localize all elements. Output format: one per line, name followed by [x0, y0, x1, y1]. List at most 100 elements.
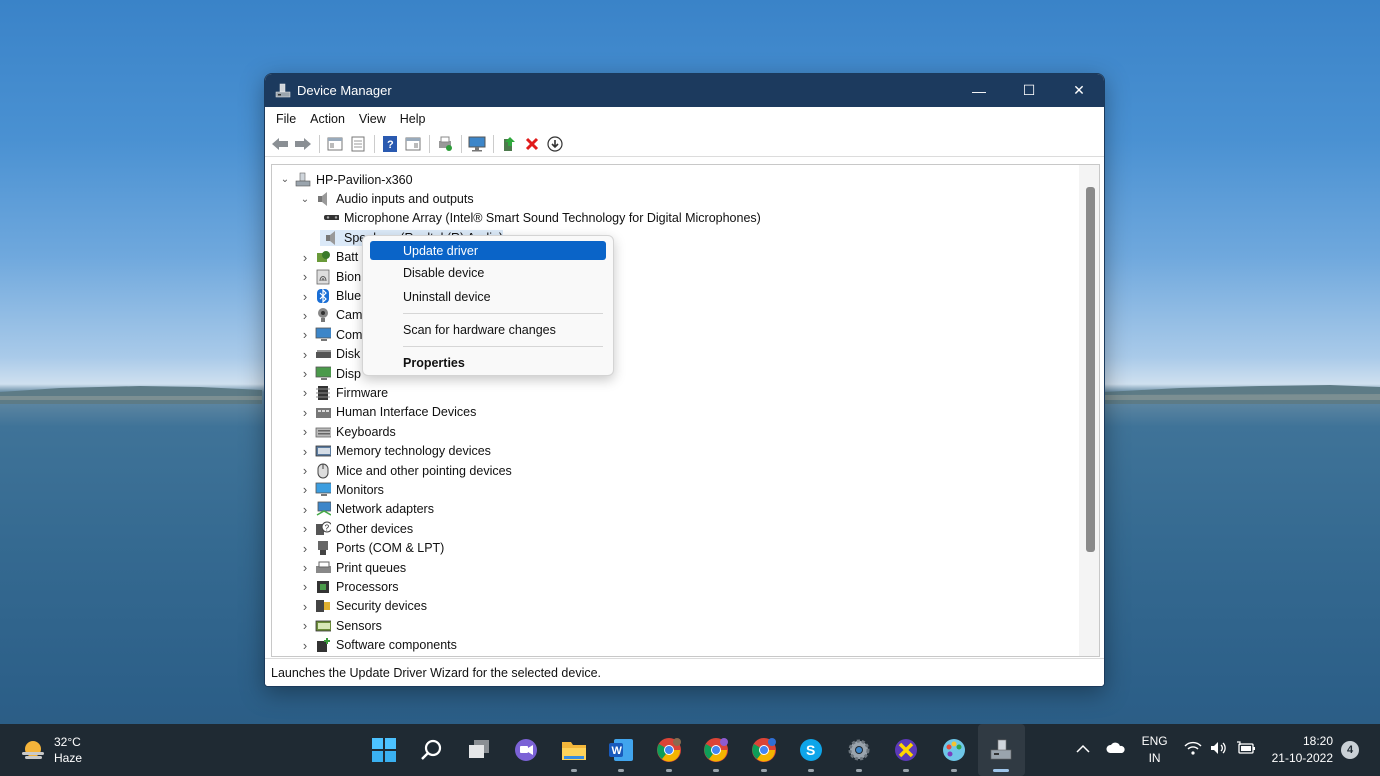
menu-item-uninstall-device[interactable]: Uninstall device — [367, 285, 609, 309]
word-button[interactable]: W — [598, 724, 646, 776]
weather-widget[interactable]: 32°C Haze — [20, 734, 82, 766]
language-indicator[interactable]: ENG IN — [1142, 733, 1168, 767]
toolbar-separator — [429, 134, 430, 153]
properties-button[interactable] — [347, 133, 369, 155]
battery-icon[interactable] — [1236, 740, 1256, 760]
menu-item-disable-device[interactable]: Disable device — [367, 261, 609, 285]
fingerprint-icon — [315, 269, 331, 285]
onedrive-cloud-icon[interactable] — [1106, 742, 1126, 759]
tree-category-item[interactable]: › Processors — [272, 577, 1080, 596]
x-app-icon — [895, 739, 918, 761]
chevron-right-icon[interactable]: › — [298, 579, 312, 594]
paint-button[interactable] — [930, 724, 978, 776]
update-driver-button[interactable] — [498, 133, 520, 155]
menu-action[interactable]: Action — [303, 112, 352, 126]
title-bar[interactable]: Device Manager — ☐ ✕ — [265, 74, 1104, 107]
tree-device-microphone[interactable]: Microphone Array (Intel® Smart Sound Tec… — [272, 209, 1080, 228]
scrollbar-thumb[interactable] — [1086, 187, 1095, 552]
device-manager-taskbar-button[interactable] — [977, 724, 1025, 776]
start-button[interactable] — [360, 724, 408, 776]
back-button[interactable] — [269, 133, 291, 155]
chevron-down-icon[interactable]: ⌄ — [298, 194, 312, 205]
chrome-profile-2-button[interactable] — [693, 724, 741, 776]
notification-badge[interactable]: 4 — [1341, 741, 1359, 759]
tree-category-item[interactable]: › Human Interface Devices — [272, 403, 1080, 422]
tree-category-item[interactable]: › Security devices — [272, 597, 1080, 616]
chevron-right-icon[interactable]: › — [298, 424, 312, 439]
tree-category-item[interactable]: › Keyboards — [272, 422, 1080, 441]
chrome-profile-3-button[interactable] — [740, 724, 788, 776]
menu-item-scan-hardware[interactable]: Scan for hardware changes — [367, 318, 609, 342]
chevron-right-icon[interactable]: › — [298, 366, 312, 381]
chevron-right-icon[interactable]: › — [298, 482, 312, 497]
close-button[interactable]: ✕ — [1054, 74, 1104, 107]
wifi-icon[interactable] — [1184, 741, 1202, 760]
search-button[interactable] — [408, 724, 456, 776]
tree-category-item[interactable]: › Sensors — [272, 616, 1080, 635]
chevron-right-icon[interactable]: › — [298, 289, 312, 304]
chevron-right-icon[interactable]: › — [298, 405, 312, 420]
chevron-right-icon[interactable]: › — [298, 502, 312, 517]
chevron-right-icon[interactable]: › — [298, 599, 312, 614]
forward-button[interactable] — [292, 133, 314, 155]
tree-category-item[interactable]: › Network adapters — [272, 500, 1080, 519]
help-button[interactable]: ? — [379, 133, 401, 155]
chevron-right-icon[interactable]: › — [298, 541, 312, 556]
maximize-button[interactable]: ☐ — [1004, 74, 1054, 107]
chevron-right-icon[interactable]: › — [298, 521, 312, 536]
svg-text:W: W — [612, 745, 623, 757]
chevron-right-icon[interactable]: › — [298, 463, 312, 478]
menu-item-update-driver[interactable]: Update driver — [370, 241, 606, 260]
file-explorer-button[interactable] — [550, 724, 598, 776]
monitor-scan-icon — [468, 136, 486, 151]
tree-category-audio[interactable]: ⌄ Audio inputs and outputs — [272, 189, 1080, 208]
chevron-right-icon[interactable]: › — [298, 638, 312, 653]
volume-icon[interactable] — [1210, 741, 1228, 760]
tree-category-item[interactable]: › Mice and other pointing devices — [272, 461, 1080, 480]
tree-root[interactable]: ⌄ HP-Pavilion-x360 — [272, 170, 1080, 189]
chevron-right-icon[interactable]: › — [298, 385, 312, 400]
tree-category-item[interactable]: › Memory technology devices — [272, 441, 1080, 460]
tree-category-item[interactable]: › Monitors — [272, 480, 1080, 499]
menu-view[interactable]: View — [352, 112, 393, 126]
tree-root-label: HP-Pavilion-x360 — [316, 172, 413, 187]
settings-button[interactable] — [835, 724, 883, 776]
print-button[interactable] — [434, 133, 456, 155]
tree-category-item[interactable]: ›? Other devices — [272, 519, 1080, 538]
chevron-up-icon[interactable] — [1076, 742, 1090, 759]
microphone-array-icon — [323, 210, 339, 226]
chevron-right-icon[interactable]: › — [298, 308, 312, 323]
menu-file[interactable]: File — [269, 112, 303, 126]
menu-help[interactable]: Help — [393, 112, 433, 126]
tree-category-item[interactable]: › Print queues — [272, 558, 1080, 577]
teams-chat-button[interactable] — [503, 724, 551, 776]
scan-hardware-button[interactable] — [466, 133, 488, 155]
chevron-right-icon[interactable]: › — [298, 250, 312, 265]
show-hide-console-tree-button[interactable] — [324, 133, 346, 155]
chevron-down-icon[interactable]: ⌄ — [278, 174, 292, 185]
chevron-right-icon[interactable]: › — [298, 618, 312, 633]
action-pane-button[interactable] — [402, 133, 424, 155]
chevron-right-icon[interactable]: › — [298, 560, 312, 575]
chevron-right-icon[interactable]: › — [298, 347, 312, 362]
enable-device-button[interactable] — [544, 133, 566, 155]
action-pane-icon — [405, 137, 421, 150]
tree-category-item[interactable]: › Ports (COM & LPT) — [272, 538, 1080, 557]
minimize-icon: — — [972, 82, 986, 99]
chevron-right-icon[interactable]: › — [298, 269, 312, 284]
task-view-button[interactable] — [455, 724, 503, 776]
chevron-right-icon[interactable]: › — [298, 444, 312, 459]
chevron-right-icon[interactable]: › — [298, 327, 312, 342]
tree-category-item[interactable]: › Software components — [272, 635, 1080, 654]
hid-icon — [315, 404, 331, 420]
tree-category-item[interactable]: › Firmware — [272, 383, 1080, 402]
uninstall-button[interactable] — [521, 133, 543, 155]
chrome-profile-1-button[interactable] — [645, 724, 693, 776]
disk-icon — [315, 346, 331, 362]
menu-item-properties[interactable]: Properties — [367, 351, 609, 375]
xampp-button[interactable] — [883, 724, 931, 776]
vertical-scrollbar[interactable] — [1079, 165, 1099, 656]
clock[interactable]: 18:20 21-10-2022 — [1272, 733, 1333, 767]
skype-button[interactable]: S — [788, 724, 836, 776]
minimize-button[interactable]: — — [954, 74, 1004, 107]
